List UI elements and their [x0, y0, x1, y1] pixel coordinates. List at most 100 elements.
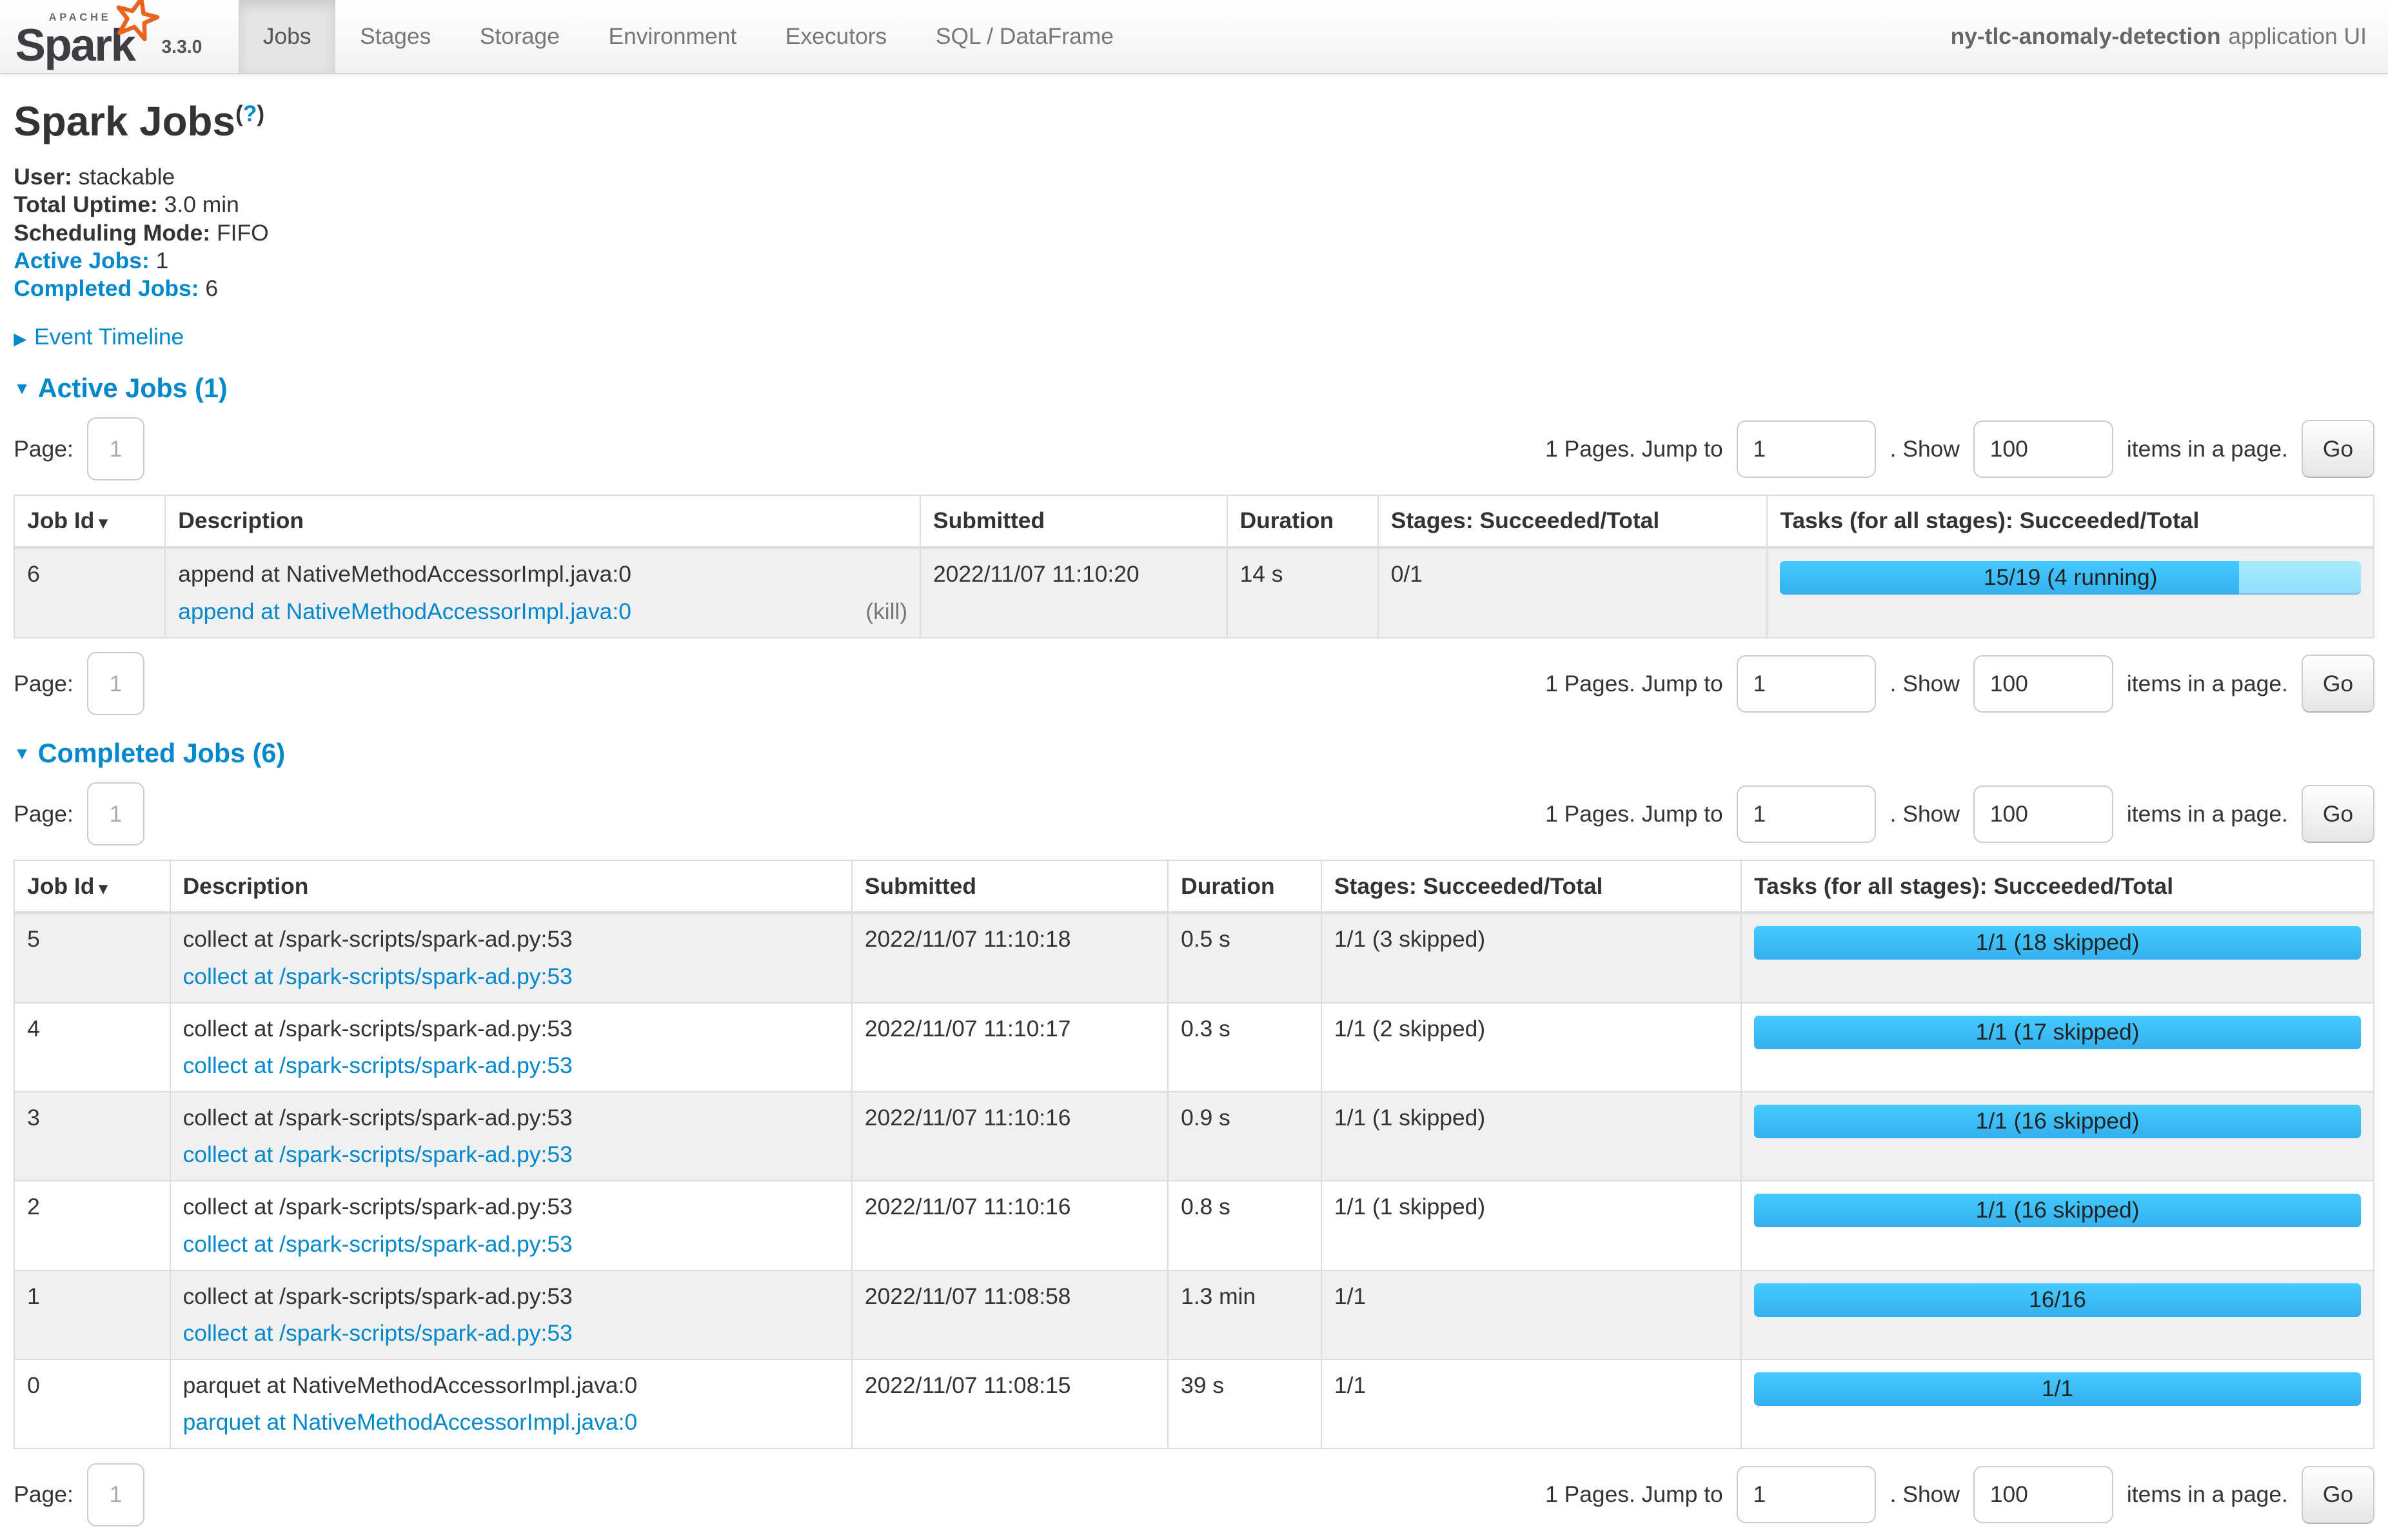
job-id-cell: 6 [14, 548, 165, 637]
description-text: append at NativeMethodAccessorImpl.java:… [178, 561, 907, 587]
info-value: 1 [156, 248, 169, 273]
job-row: 5collect at /spark-scripts/spark-ad.py:5… [14, 913, 2373, 1002]
completed-jobs-heading[interactable]: ▼Completed Jobs (6) [14, 738, 2374, 769]
items-per-page-input[interactable] [1973, 655, 2113, 713]
page-number-input[interactable] [87, 782, 144, 845]
job-detail-link[interactable]: collect at /spark-scripts/spark-ad.py:53 [183, 1052, 573, 1079]
tasks-cell: 1/1 (18 skipped) [1741, 913, 2374, 1002]
table-header-row: Job Id▾ Description Submitted Duration S… [14, 860, 2373, 913]
summary-info-list: User: stackableTotal Uptime: 3.0 minSche… [14, 163, 2374, 302]
job-detail-link[interactable]: collect at /spark-scripts/spark-ad.py:53 [183, 1231, 573, 1258]
jump-to-page-input[interactable] [1737, 1466, 1877, 1523]
submitted-cell: 2022/11/07 11:10:18 [852, 913, 1168, 1002]
job-id-cell: 1 [14, 1270, 170, 1359]
tab-environment[interactable]: Environment [584, 0, 761, 73]
items-text: items in a page. [2127, 671, 2288, 697]
description-cell: collect at /spark-scripts/spark-ad.py:53… [170, 1270, 852, 1359]
tab-stages[interactable]: Stages [335, 0, 455, 73]
page-number-input[interactable] [87, 652, 144, 715]
sort-desc-icon: ▾ [99, 513, 107, 532]
items-text: items in a page. [2127, 436, 2288, 462]
table-header-row: Job Id▾ Description Submitted Duration S… [14, 495, 2373, 548]
items-per-page-input[interactable] [1973, 1466, 2113, 1523]
col-job-id[interactable]: Job Id▾ [14, 860, 170, 913]
tasks-progress-bar: 1/1 [1754, 1372, 2361, 1406]
completed-jobs-pagination-bottom: Page: 1 Pages. Jump to . Show items in a… [14, 1463, 2374, 1526]
page-number-input[interactable] [87, 1463, 144, 1526]
col-submitted[interactable]: Submitted [852, 860, 1168, 913]
tasks-progress-bar: 1/1 (16 skipped) [1754, 1194, 2361, 1227]
active-jobs-pagination-bottom: Page: 1 Pages. Jump to . Show items in a… [14, 652, 2374, 715]
items-per-page-input[interactable] [1973, 785, 2113, 843]
job-detail-link[interactable]: append at NativeMethodAccessorImpl.java:… [178, 598, 631, 625]
col-duration[interactable]: Duration [1227, 495, 1378, 548]
info-label: Scheduling Mode: [14, 220, 210, 246]
kill-link[interactable]: (kill) [865, 598, 907, 625]
pagination-controls: 1 Pages. Jump to . Show items in a page.… [1545, 655, 2374, 713]
progress-label: 1/1 [1754, 1372, 2361, 1406]
go-button[interactable]: Go [2302, 420, 2374, 478]
tab-executors[interactable]: Executors [761, 0, 911, 73]
spark-version: 3.3.0 [155, 37, 202, 66]
col-duration[interactable]: Duration [1168, 860, 1321, 913]
col-job-id[interactable]: Job Id▾ [14, 495, 165, 548]
description-text: parquet at NativeMethodAccessorImpl.java… [183, 1372, 840, 1399]
jump-to-page-input[interactable] [1737, 655, 1877, 713]
col-stages[interactable]: Stages: Succeeded/Total [1378, 495, 1768, 548]
col-tasks[interactable]: Tasks (for all stages): Succeeded/Total [1767, 495, 2373, 548]
pagination-row: Page: 1 Pages. Jump to . Show items in a… [14, 1463, 2374, 1526]
tasks-cell: 1/1 (17 skipped) [1741, 1003, 2374, 1092]
active-jobs-heading[interactable]: ▼Active Jobs (1) [14, 373, 2374, 404]
job-row: 1collect at /spark-scripts/spark-ad.py:5… [14, 1270, 2373, 1359]
info-label-link[interactable]: Completed Jobs: [14, 275, 199, 301]
progress-label: 15/19 (4 running) [1780, 561, 2360, 595]
col-tasks[interactable]: Tasks (for all stages): Succeeded/Total [1741, 860, 2374, 913]
items-text: items in a page. [2127, 801, 2288, 827]
pagination-row: Page: 1 Pages. Jump to . Show items in a… [14, 652, 2374, 715]
info-label-link[interactable]: Active Jobs: [14, 248, 150, 273]
main-content: Spark Jobs(?) User: stackableTotal Uptim… [0, 97, 2388, 1526]
progress-label: 1/1 (16 skipped) [1754, 1194, 2361, 1227]
tasks-progress-bar: 16/16 [1754, 1283, 2361, 1317]
job-detail-link[interactable]: collect at /spark-scripts/spark-ad.py:53 [183, 1320, 573, 1347]
duration-cell: 39 s [1168, 1359, 1321, 1448]
info-item: Completed Jobs: 6 [14, 275, 2374, 302]
duration-cell: 0.3 s [1168, 1003, 1321, 1092]
job-detail-link[interactable]: parquet at NativeMethodAccessorImpl.java… [183, 1409, 638, 1436]
tab-jobs[interactable]: Jobs [239, 0, 335, 73]
jump-to-page-input[interactable] [1737, 785, 1877, 843]
description-line2: append at NativeMethodAccessorImpl.java:… [178, 598, 907, 625]
show-text: . Show [1890, 801, 1960, 827]
job-detail-link[interactable]: collect at /spark-scripts/spark-ad.py:53 [183, 1141, 573, 1168]
items-per-page-input[interactable] [1973, 420, 2113, 478]
col-description[interactable]: Description [170, 860, 852, 913]
go-button[interactable]: Go [2302, 785, 2374, 843]
jump-to-page-input[interactable] [1737, 420, 1877, 478]
show-text: . Show [1890, 671, 1960, 697]
page-number-input[interactable] [87, 417, 144, 480]
tasks-progress-bar: 1/1 (16 skipped) [1754, 1105, 2361, 1138]
col-stages[interactable]: Stages: Succeeded/Total [1321, 860, 1741, 913]
description-cell: append at NativeMethodAccessorImpl.java:… [165, 548, 920, 637]
pagination-controls: 1 Pages. Jump to . Show items in a page.… [1545, 1466, 2374, 1524]
job-detail-link[interactable]: collect at /spark-scripts/spark-ad.py:53 [183, 963, 573, 990]
pagination-row: Page: 1 Pages. Jump to . Show items in a… [14, 782, 2374, 845]
go-button[interactable]: Go [2302, 655, 2374, 713]
tab-sql-dataframe[interactable]: SQL / DataFrame [911, 0, 1138, 73]
info-item: Active Jobs: 1 [14, 247, 2374, 275]
progress-label: 16/16 [1754, 1283, 2361, 1317]
col-description[interactable]: Description [165, 495, 920, 548]
info-item: Scheduling Mode: FIFO [14, 219, 2374, 247]
pages-count-text: 1 Pages. Jump to [1545, 671, 1723, 697]
go-button[interactable]: Go [2302, 1466, 2374, 1524]
event-timeline-toggle[interactable]: ▶Event Timeline [14, 324, 2374, 350]
col-submitted[interactable]: Submitted [920, 495, 1227, 548]
pages-count-text: 1 Pages. Jump to [1545, 801, 1723, 827]
description-text: collect at /spark-scripts/spark-ad.py:53 [183, 1283, 840, 1310]
tab-storage[interactable]: Storage [455, 0, 584, 73]
page-indicator: Page: [14, 652, 144, 715]
help-link[interactable]: ? [243, 101, 257, 126]
page-label: Page: [14, 1481, 74, 1508]
description-line2: collect at /spark-scripts/spark-ad.py:53 [183, 1052, 840, 1079]
page-indicator: Page: [14, 417, 144, 480]
